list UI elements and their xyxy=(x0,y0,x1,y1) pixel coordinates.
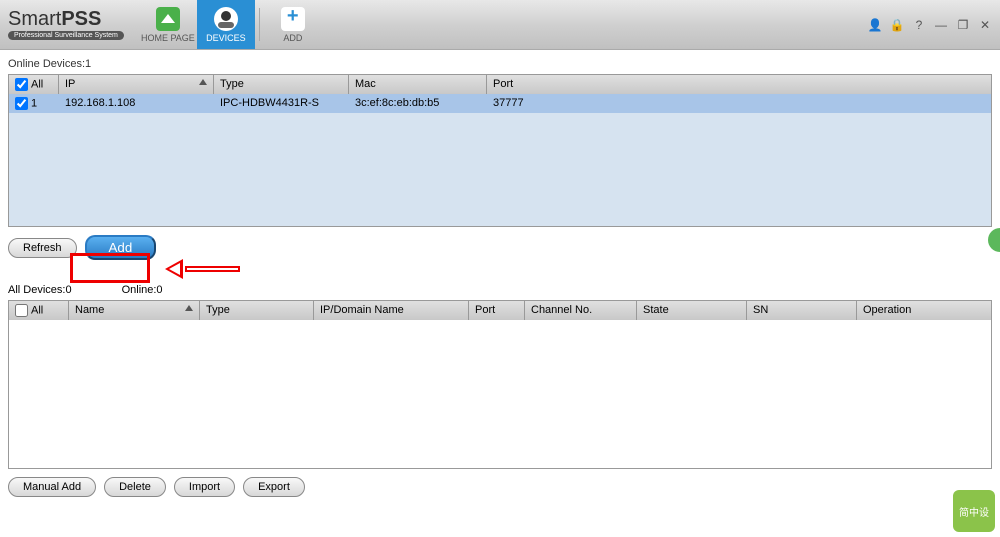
add-icon xyxy=(281,7,305,31)
help-icon[interactable]: ? xyxy=(912,18,926,32)
export-button[interactable]: Export xyxy=(243,477,305,497)
cell-idx: 1 xyxy=(9,94,59,113)
app-subtitle: Professional Surveillance System xyxy=(8,31,124,40)
add-button[interactable]: Add xyxy=(85,235,157,260)
col-name[interactable]: Name xyxy=(69,301,200,320)
col-all[interactable]: All xyxy=(9,75,59,94)
tab-add-label: ADD xyxy=(283,33,302,43)
col-sn[interactable]: SN xyxy=(747,301,857,320)
titlebar: SmartPSS Professional Surveillance Syste… xyxy=(0,0,1000,50)
cell-port: 37777 xyxy=(487,94,991,113)
tab-devices[interactable]: DEVICES xyxy=(197,0,255,49)
table-row[interactable]: 1 192.168.1.108 IPC-HDBW4431R-S 3c:ef:8c… xyxy=(9,94,991,113)
nav-separator xyxy=(259,8,260,41)
window-controls: 👤 🔒 ? — ❐ ✕ xyxy=(868,18,992,32)
col-all[interactable]: All xyxy=(9,301,69,320)
col-ip[interactable]: IP xyxy=(59,75,214,94)
app-name: SmartPSS xyxy=(8,9,101,29)
online-buttons: Refresh Add xyxy=(0,227,1000,268)
home-icon xyxy=(156,7,180,31)
col-mac[interactable]: Mac xyxy=(349,75,487,94)
online-devices-grid: All IP Type Mac Port 1 192.168.1.108 IPC… xyxy=(8,74,992,227)
minimize-icon[interactable]: — xyxy=(934,18,948,32)
col-operation[interactable]: Operation xyxy=(857,301,991,320)
all-devices-grid: All Name Type IP/Domain Name Port Channe… xyxy=(8,300,992,469)
sort-arrow-icon xyxy=(199,79,207,85)
col-port[interactable]: Port xyxy=(469,301,525,320)
tab-add[interactable]: ADD xyxy=(264,0,322,49)
app-logo: SmartPSS Professional Surveillance Syste… xyxy=(8,9,124,40)
sort-arrow-icon xyxy=(185,305,193,311)
select-all-online-checkbox[interactable] xyxy=(15,78,28,91)
col-state[interactable]: State xyxy=(637,301,747,320)
online-grid-body: 1 192.168.1.108 IPC-HDBW4431R-S 3c:ef:8c… xyxy=(9,94,991,226)
all-devices-labels: All Devices:0 Online:0 xyxy=(0,280,1000,300)
tab-devices-label: DEVICES xyxy=(206,33,246,43)
all-buttons: Manual Add Delete Import Export xyxy=(0,469,1000,505)
close-icon[interactable]: ✕ xyxy=(978,18,992,32)
maximize-icon[interactable]: ❐ xyxy=(956,18,970,32)
all-devices-count-label: All Devices:0 xyxy=(8,284,72,296)
col-type[interactable]: Type xyxy=(214,75,349,94)
user-icon[interactable]: 👤 xyxy=(868,18,882,32)
col-ipdomain[interactable]: IP/Domain Name xyxy=(314,301,469,320)
refresh-button[interactable]: Refresh xyxy=(8,238,77,258)
lock-icon[interactable]: 🔒 xyxy=(890,18,904,32)
tab-home[interactable]: HOME PAGE xyxy=(139,0,197,49)
select-all-checkbox[interactable] xyxy=(15,304,28,317)
online-devices-label: Online Devices:1 xyxy=(0,54,1000,74)
delete-button[interactable]: Delete xyxy=(104,477,166,497)
tab-home-label: HOME PAGE xyxy=(141,33,195,43)
all-grid-body xyxy=(9,320,991,468)
all-online-count-label: Online:0 xyxy=(122,284,163,296)
col-channel[interactable]: Channel No. xyxy=(525,301,637,320)
cell-ip: 192.168.1.108 xyxy=(59,94,214,113)
all-grid-header: All Name Type IP/Domain Name Port Channe… xyxy=(9,301,991,320)
row-checkbox[interactable] xyxy=(15,97,28,110)
col-type[interactable]: Type xyxy=(200,301,314,320)
import-button[interactable]: Import xyxy=(174,477,235,497)
nav-tabs: HOME PAGE DEVICES ADD xyxy=(139,0,322,49)
devices-icon xyxy=(214,7,238,31)
cell-type: IPC-HDBW4431R-S xyxy=(214,94,349,113)
online-grid-header: All IP Type Mac Port xyxy=(9,75,991,94)
col-port[interactable]: Port xyxy=(487,75,991,94)
watermark: 简中设 xyxy=(953,490,995,532)
cell-mac: 3c:ef:8c:eb:db:b5 xyxy=(349,94,487,113)
manual-add-button[interactable]: Manual Add xyxy=(8,477,96,497)
